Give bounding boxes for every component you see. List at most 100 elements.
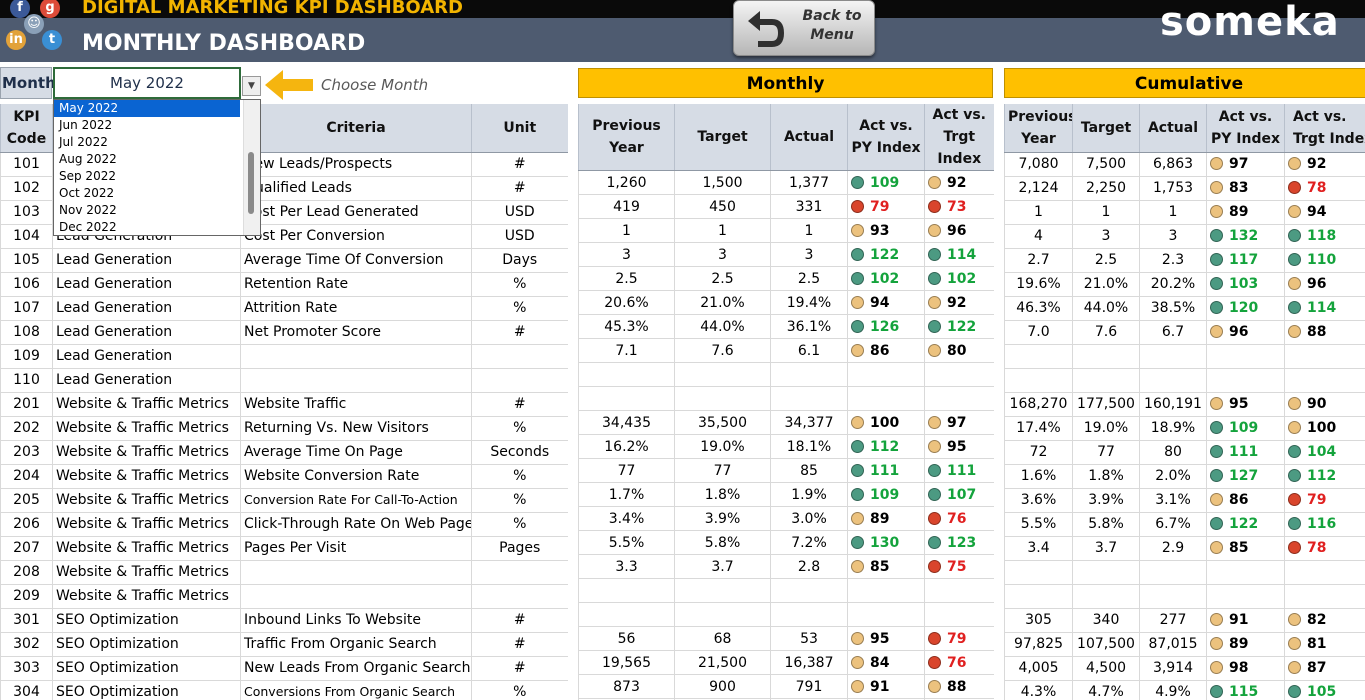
monthly-target-cell: 7.6 [674, 338, 771, 363]
category-cell: SEO Optimization [52, 656, 241, 681]
unit-cell: % [471, 680, 568, 700]
table-row: 203 Website & Traffic Metrics Average Time… [0, 440, 568, 465]
dropdown-option[interactable]: Jul 2022 [54, 134, 260, 151]
monthly-previous-year-cell: 7.1 [578, 338, 675, 363]
monthly-empty-cell [578, 386, 675, 411]
index-value: 89 [1229, 204, 1249, 220]
monthly-actual-cell: 34,377 [770, 410, 848, 435]
monthly-previous-year-cell: 34,435 [578, 410, 675, 435]
table-row: 202 Website & Traffic Metrics Returning Vs… [0, 416, 568, 441]
cumulative-act-vs-trgt-cell: 112 [1284, 464, 1365, 489]
monthly-previous-year-cell: 1 [578, 218, 675, 243]
status-dot-icon [851, 415, 864, 429]
criteria-header: Criteria [240, 104, 472, 153]
table-row: 4.3% 4.7% 4.9% 115 105 [1004, 680, 1365, 700]
index-value: 105 [1307, 684, 1337, 700]
cumulative-act-vs-trgt-cell: 116 [1284, 512, 1365, 537]
monthly-previous-year-cell: 56 [578, 626, 675, 651]
monthly-empty-cell [924, 602, 994, 627]
month-dropdown-list[interactable]: May 2022 Jun 2022 Jul 2022 Aug 2022 Sep 2022… [53, 99, 261, 236]
monthly-actual-cell: 19.4% [770, 290, 848, 315]
user-icon[interactable]: ☺ [24, 14, 44, 34]
index-value: 85 [870, 558, 890, 575]
status-dot-icon [928, 343, 941, 357]
table-row: 201 Website & Traffic Metrics Website Traf… [0, 391, 568, 417]
monthly-actual-cell: 7.2% [770, 530, 848, 555]
dropdown-option[interactable]: Oct 2022 [54, 185, 260, 202]
index-value: 90 [1307, 396, 1327, 412]
cumulative-act-vs-py-cell: 96 [1206, 320, 1285, 345]
status-dot-icon [1288, 157, 1301, 170]
table-row: 19.6% 21.0% 20.2% 103 96 [1004, 272, 1365, 297]
monthly-act-vs-trgt-cell: 76 [924, 650, 994, 675]
dropdown-option[interactable]: Nov 2022 [54, 202, 260, 219]
index-value: 92 [947, 174, 967, 191]
dropdown-option[interactable]: Sep 2022 [54, 168, 260, 185]
status-dot-icon [1288, 181, 1301, 194]
monthly-target-cell: 5.8% [674, 530, 771, 555]
google-icon[interactable]: g [40, 0, 60, 18]
index-value: 97 [1229, 156, 1249, 172]
index-value: 87 [1307, 660, 1327, 676]
twitter-icon[interactable]: t [42, 30, 62, 50]
kpi-code-cell: 204 [0, 464, 53, 489]
scrollbar-thumb[interactable] [248, 152, 254, 214]
monthly-act-vs-trgt-cell: 123 [924, 530, 994, 555]
table-row: 5.5% 5.8% 7.2% 130 123 [578, 530, 994, 555]
table-row [1004, 344, 1365, 369]
monthly-act-vs-py-cell: 85 [847, 554, 925, 579]
dropdown-option[interactable]: May 2022 [54, 100, 240, 117]
monthly-target-cell: 21.0% [674, 290, 771, 315]
index-value: 130 [870, 534, 900, 551]
criteria-cell: New Leads From Organic Search [240, 656, 472, 681]
cumulative-actual-cell: 38.5% [1139, 296, 1207, 321]
cumulative-act-vs-trgt-cell: 81 [1284, 632, 1365, 657]
dropdown-option[interactable]: Aug 2022 [54, 151, 260, 168]
monthly-actual-cell: 1.9% [770, 482, 848, 507]
cumulative-target-cell: 3.9% [1072, 488, 1140, 513]
cumulative-empty-cell [1206, 368, 1285, 393]
someka-logo: someka [1160, 0, 1340, 45]
table-row: 419 450 331 79 73 [578, 194, 994, 219]
dropdown-option[interactable]: Dec 2022 [54, 219, 260, 235]
back-to-menu-button[interactable]: Back to Menu [733, 0, 875, 56]
table-row: 3.6% 3.9% 3.1% 86 79 [1004, 488, 1365, 513]
unit-cell [471, 344, 568, 369]
month-select[interactable]: May 2022 [53, 67, 241, 99]
dropdown-option[interactable]: Jun 2022 [54, 117, 260, 134]
index-value: 92 [947, 294, 967, 311]
cumulative-target-header: Target [1072, 104, 1140, 153]
status-dot-icon [1288, 517, 1301, 530]
unit-cell: # [471, 391, 568, 417]
cumulative-act-vs-trgt-cell: 118 [1284, 224, 1365, 249]
table-row: 3.4 3.7 2.9 85 78 [1004, 536, 1365, 561]
index-value: 132 [1229, 228, 1259, 244]
cumulative-act-vs-trgt-cell: 87 [1284, 656, 1365, 681]
table-row: 305 340 277 91 82 [1004, 607, 1365, 633]
cumulative-previous-year-cell: 3.4 [1004, 536, 1073, 561]
cumulative-act-vs-trgt-cell: 105 [1284, 680, 1365, 700]
monthly-actual-cell: 3.0% [770, 506, 848, 531]
unit-cell: # [471, 152, 568, 177]
monthly-empty-cell [578, 362, 675, 387]
monthly-actual-cell: 3 [770, 242, 848, 267]
status-dot-icon [1210, 301, 1223, 314]
dropdown-scrollbar[interactable] [243, 100, 260, 235]
index-value: 100 [1307, 420, 1337, 436]
status-dot-icon [928, 463, 941, 477]
choose-month-hint: Choose Month [321, 76, 429, 94]
index-value: 111 [947, 462, 977, 479]
linkedin-icon[interactable]: in [6, 30, 26, 50]
unit-cell: # [471, 320, 568, 345]
table-row: 77 77 85 111 111 [578, 458, 994, 483]
cumulative-act-vs-trgt-cell: 114 [1284, 296, 1365, 321]
monthly-act-vs-py-cell: 89 [847, 506, 925, 531]
monthly-previous-year-cell: 2.5 [578, 266, 675, 291]
month-dropdown-button[interactable]: ▼ [242, 76, 261, 96]
table-row: 2.7 2.5 2.3 117 110 [1004, 248, 1365, 273]
status-dot-icon [1288, 493, 1301, 506]
monthly-act-vs-py-cell: 91 [847, 674, 925, 699]
kpi-code-cell: 109 [0, 344, 53, 369]
monthly-actual-cell: 791 [770, 674, 848, 699]
monthly-previous-year-cell: 3 [578, 242, 675, 267]
